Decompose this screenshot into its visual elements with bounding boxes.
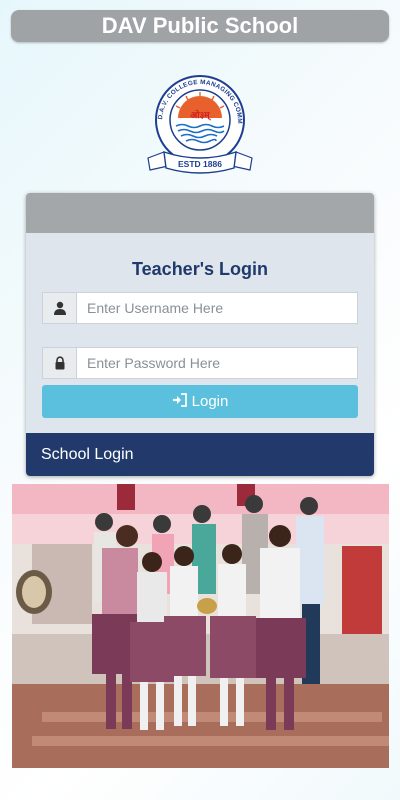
page-title: DAV Public School [101,13,299,38]
logo-ribbon-text: ESTD 1886 [178,159,222,169]
school-login-link[interactable]: School Login [26,433,374,476]
username-input[interactable] [76,292,358,324]
school-logo: D.A.V. COLLEGE MANAGING COMMITTEE ओ३म् E… [140,66,253,174]
password-field [42,347,358,379]
login-button-label: Login [191,393,229,410]
login-card: Teacher's Login Login [26,193,374,476]
login-title: Teacher's Login [132,259,268,279]
sign-in-icon [172,392,188,411]
login-button[interactable]: Login [42,385,358,418]
lock-icon [42,347,76,379]
password-input[interactable] [76,347,358,379]
school-login-label: School Login [41,445,134,463]
username-field [42,292,358,324]
school-photo [12,484,389,768]
logo-center-text: ओ३म् [190,109,211,121]
app-header: DAV Public School [11,10,389,42]
user-icon [42,292,76,324]
card-header-bar [26,193,374,233]
